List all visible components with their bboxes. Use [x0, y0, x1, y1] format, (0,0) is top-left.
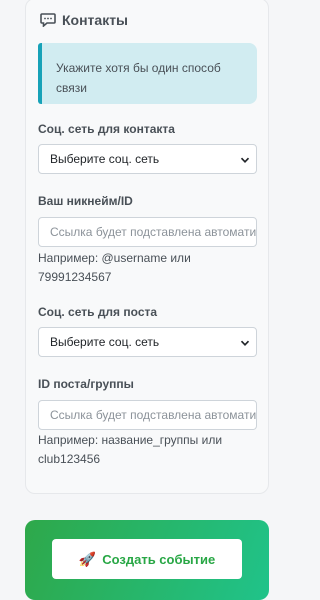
chevron-down-icon: [240, 154, 250, 164]
social-post-selected: Выберите соц. сеть: [50, 335, 160, 349]
nickname-hint: Например: @username или 79991234567: [38, 251, 191, 284]
social-contact-select[interactable]: Выберите соц. сеть: [38, 144, 257, 174]
post-id-input[interactable]: Ссылка будет подставлена автоматически: [38, 400, 257, 430]
social-post-select[interactable]: Выберите соц. сеть: [38, 327, 257, 357]
rocket-icon: 🚀: [78, 551, 97, 567]
nickname-input[interactable]: Ссылка будет подставлена автоматически: [38, 217, 257, 247]
nickname-label: Ваш никнейм/ID: [38, 194, 133, 208]
chat-bubble-icon: [40, 13, 56, 28]
chevron-down-icon: [240, 337, 250, 347]
post-id-hint: Например: название_группы или club123456: [38, 433, 223, 466]
contacts-header: Контакты: [40, 12, 128, 28]
submit-panel: 🚀 Создать событие: [25, 520, 269, 600]
social-post-label: Соц. сеть для поста: [38, 305, 158, 319]
social-contact-selected: Выберите соц. сеть: [50, 152, 160, 166]
contact-info-alert: Укажите хотя бы один способ связи: [38, 43, 257, 104]
social-contact-label: Соц. сеть для контакта: [38, 122, 175, 136]
contacts-card: Контакты Укажите хотя бы один способ свя…: [25, 0, 269, 494]
create-event-button[interactable]: 🚀 Создать событие: [52, 539, 242, 579]
create-event-label: Создать событие: [102, 551, 216, 567]
contacts-title: Контакты: [62, 12, 129, 28]
post-id-label: ID поста/группы: [38, 377, 134, 391]
